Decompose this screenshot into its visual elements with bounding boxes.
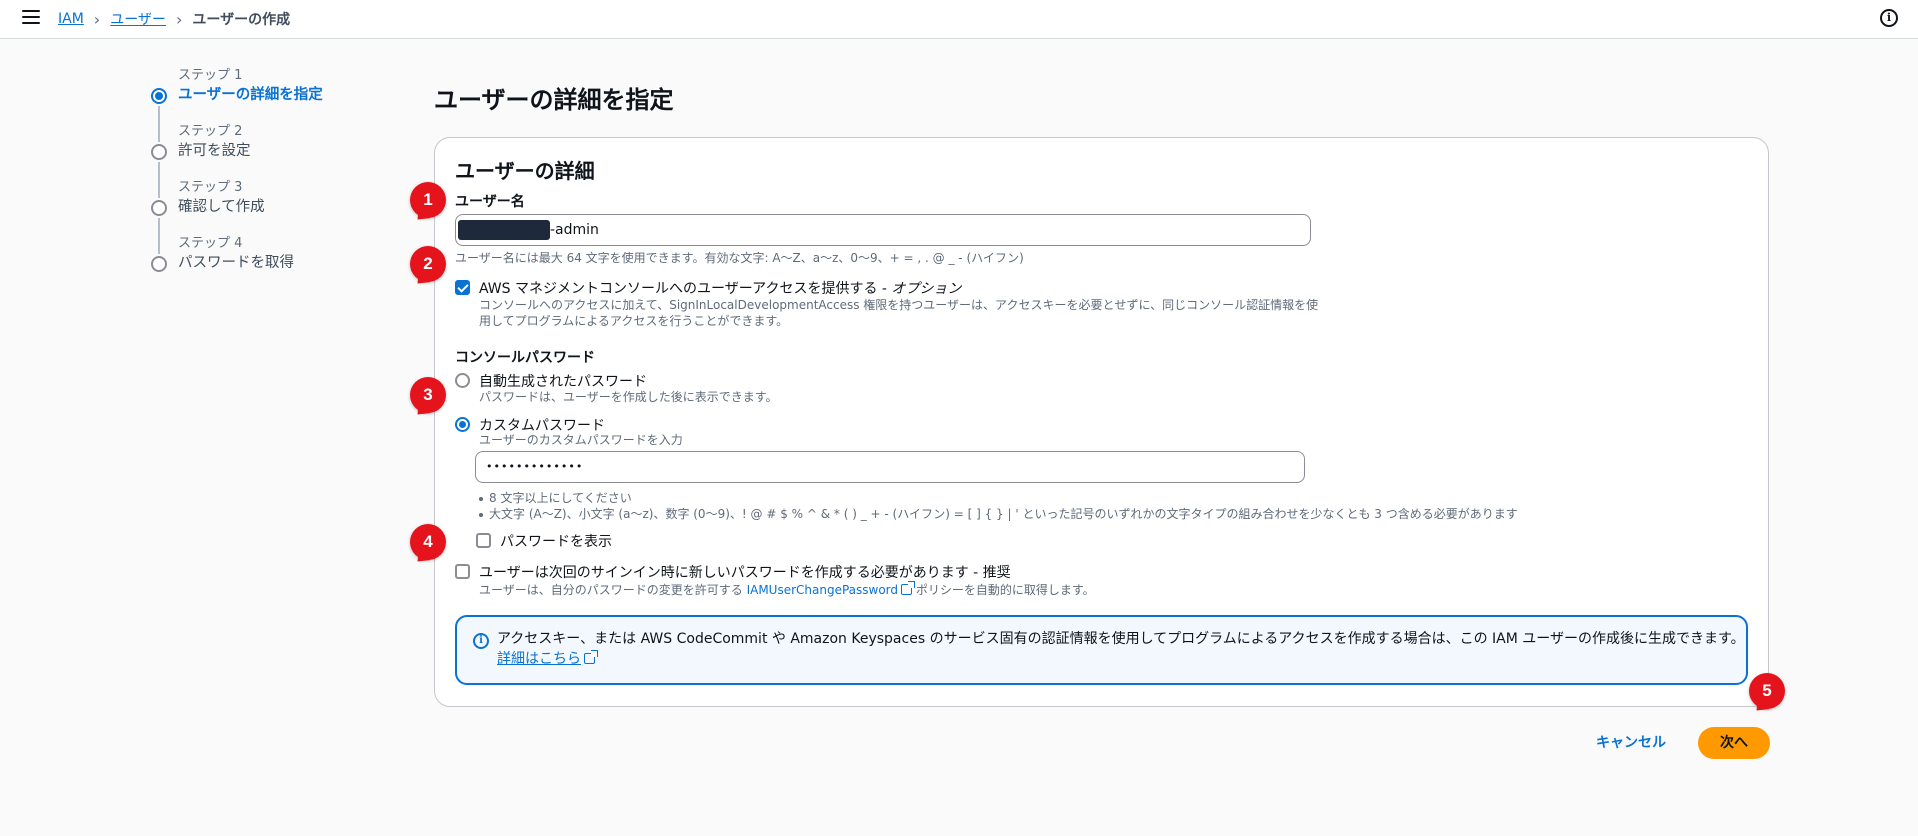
annotation-badge-5: 5	[1749, 673, 1785, 709]
step-active-icon	[151, 88, 167, 104]
custom-password-radio[interactable]	[455, 417, 470, 432]
annotation-badge-2: 2	[410, 246, 446, 282]
wizard-step-1[interactable]: ステップ 1 ユーザーの詳細を指定	[150, 68, 323, 142]
console-access-label-text: AWS マネジメントコンソールへのユーザーアクセスを提供する -	[479, 281, 892, 297]
breadcrumb-current: ユーザーの作成	[192, 12, 291, 28]
user-details-panel: ユーザーの詳細 ユーザー名 -admin ユーザー名には最大 64 文字を使用で…	[434, 137, 1769, 707]
external-link-icon	[584, 650, 598, 664]
cancel-button[interactable]: キャンセル	[1596, 732, 1666, 752]
console-access-description: コンソールへのアクセスに加えて、SignInLocalDevelopmentAc…	[479, 297, 1318, 329]
step-title: パスワードを取得	[178, 255, 294, 271]
optional-label: オプション	[891, 281, 962, 297]
redacted-text	[458, 220, 550, 240]
step-title: ユーザーの詳細を指定	[178, 87, 323, 103]
breadcrumb-iam-link[interactable]: IAM	[58, 11, 84, 27]
username-value: -admin	[550, 222, 599, 238]
external-link-icon	[901, 581, 916, 595]
alert-message: アクセスキー、または AWS CodeCommit や Amazon Keysp…	[497, 631, 1745, 647]
step-number: ステップ 3	[178, 180, 243, 195]
page-title: ユーザーの詳細を指定	[434, 86, 674, 114]
hint-text: ユーザーは、自分のパスワードの変更を許可する	[479, 583, 747, 597]
username-hint: ユーザー名には最大 64 文字を使用できます。有効な文字: A〜Z、a〜z、0〜…	[455, 251, 1024, 265]
hint-text: ポリシーを自動的に取得します。	[912, 583, 1095, 597]
wizard-step-4: ステップ 4 パスワードを取得	[150, 236, 323, 292]
step-title: 確認して作成	[178, 199, 265, 215]
chevron-right-icon: ›	[93, 9, 101, 29]
annotation-badge-3: 3	[410, 377, 446, 413]
chevron-right-icon: ›	[175, 9, 183, 29]
require-reset-hint: ユーザーは、自分のパスワードの変更を許可する IAMUserChangePass…	[479, 581, 1095, 598]
password-requirements: 8 文字以上にしてください 大文字 (A〜Z)、小文字 (a〜z)、数字 (0〜…	[475, 490, 1518, 522]
console-password-label: コンソールパスワード	[455, 350, 595, 366]
step-pending-icon	[151, 256, 167, 272]
step-number: ステップ 4	[178, 236, 243, 251]
breadcrumb: IAM › ユーザー › ユーザーの作成	[58, 9, 290, 29]
breadcrumb-users-link[interactable]: ユーザー	[110, 9, 166, 29]
info-alert: i アクセスキー、または AWS CodeCommit や Amazon Key…	[455, 615, 1748, 685]
annotation-badge-1: 1	[410, 182, 446, 218]
alert-text: アクセスキー、または AWS CodeCommit や Amazon Keysp…	[497, 629, 1745, 669]
menu-icon[interactable]	[22, 10, 40, 26]
custom-password-hint: ユーザーのカスタムパスワードを入力	[479, 433, 683, 447]
iam-user-change-password-link[interactable]: IAMUserChangePassword	[746, 581, 916, 597]
requirement-item: 大文字 (A〜Z)、小文字 (a〜z)、数字 (0〜9)、! @ # $ % ^…	[475, 506, 1518, 522]
show-password-checkbox[interactable]	[476, 533, 491, 548]
show-password-label[interactable]: パスワードを表示	[500, 531, 612, 551]
info-icon[interactable]: i	[1880, 9, 1898, 27]
console-access-label[interactable]: AWS マネジメントコンソールへのユーザーアクセスを提供する - オプション	[479, 278, 961, 298]
description-line-2: 用してプログラムによるアクセスを行うことができます。	[479, 314, 789, 328]
info-icon: i	[473, 633, 489, 649]
description-line-1: コンソールへのアクセスに加えて、SignInLocalDevelopmentAc…	[479, 298, 1319, 312]
step-pending-icon	[151, 144, 167, 160]
next-button[interactable]: 次へ	[1698, 727, 1770, 759]
learn-more-link[interactable]: 詳細はこちら	[497, 650, 598, 667]
console-access-checkbox[interactable]	[455, 280, 470, 295]
step-number: ステップ 2	[178, 124, 243, 139]
wizard-steps: ステップ 1 ユーザーの詳細を指定 ステップ 2 許可を設定 ステップ 3 確認…	[150, 68, 323, 292]
require-reset-label[interactable]: ユーザーは次回のサインイン時に新しいパスワードを作成する必要があります - 推奨	[479, 562, 1011, 582]
annotation-badge-4: 4	[410, 524, 446, 560]
step-number: ステップ 1	[178, 68, 243, 83]
require-reset-checkbox[interactable]	[455, 564, 470, 579]
auto-password-radio[interactable]	[455, 373, 470, 388]
step-title: 許可を設定	[178, 143, 251, 159]
auto-password-hint: パスワードは、ユーザーを作成した後に表示できます。	[479, 390, 778, 404]
username-input[interactable]: -admin	[455, 214, 1311, 246]
wizard-step-3: ステップ 3 確認して作成	[150, 180, 323, 254]
step-pending-icon	[151, 200, 167, 216]
requirement-item: 8 文字以上にしてください	[475, 490, 1518, 506]
learn-more-text: 詳細はこちら	[497, 651, 581, 667]
panel-title: ユーザーの詳細	[455, 159, 595, 183]
custom-password-input[interactable]: •••••••••••••	[475, 451, 1305, 483]
username-label: ユーザー名	[455, 194, 525, 210]
auto-password-label[interactable]: 自動生成されたパスワード	[479, 371, 647, 391]
top-navigation-bar: IAM › ユーザー › ユーザーの作成 i	[0, 0, 1918, 39]
policy-link-text: IAMUserChangePassword	[746, 583, 899, 597]
wizard-step-2: ステップ 2 許可を設定	[150, 124, 323, 198]
